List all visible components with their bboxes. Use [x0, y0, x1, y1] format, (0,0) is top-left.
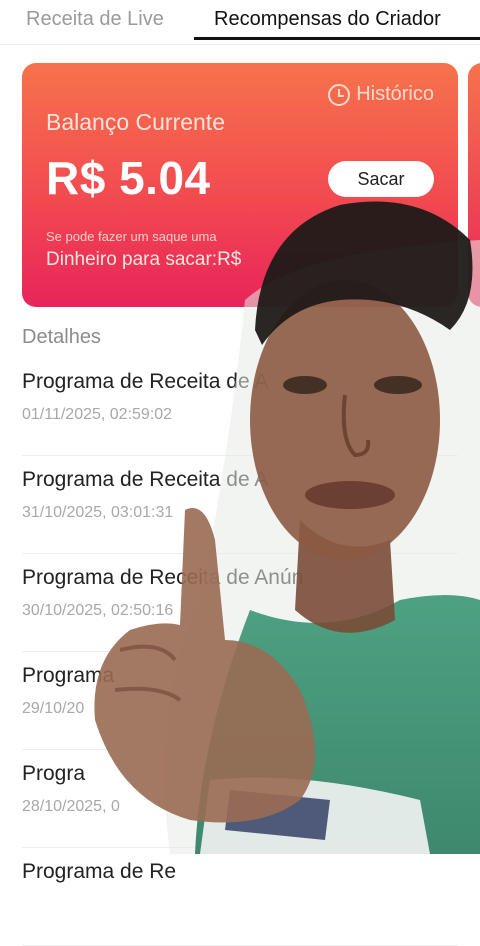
- item-title: Programa de Re: [22, 860, 177, 883]
- item-date: 28/10/2025, 0: [22, 798, 120, 815]
- details-title: Detalhes: [22, 326, 101, 348]
- tab-live-revenue[interactable]: Receita de Live: [26, 8, 164, 31]
- active-tab-indicator: [194, 37, 480, 40]
- item-title: Programa: [22, 664, 115, 687]
- balance-value: R$ 5.04: [46, 152, 211, 204]
- top-tabs: Receita de Live Recompensas do Criador: [0, 0, 480, 45]
- item-title: Progra: [22, 762, 86, 785]
- item-date: 31/10/2025, 03:01:31: [22, 504, 174, 521]
- list-item[interactable]: Programa de Receita de Anún 30/10/2025, …: [22, 554, 458, 652]
- withdraw-button[interactable]: Sacar: [328, 161, 434, 197]
- item-date: 01/11/2025, 02:59:02: [22, 406, 173, 423]
- history-label: Histórico: [356, 83, 434, 105]
- item-date: 30/10/2025, 02:50:16: [22, 602, 174, 619]
- details-list: Programa de Receita de A 01/11/2025, 02:…: [0, 358, 480, 946]
- list-item[interactable]: Programa de Receita de A 31/10/2025, 03:…: [22, 456, 458, 554]
- list-item[interactable]: Programa de Receita de A 01/11/2025, 02:…: [22, 358, 458, 456]
- item-title: Programa de Receita de A: [22, 468, 269, 491]
- balance-label: Balanço Currente: [46, 109, 225, 135]
- list-item[interactable]: Programa 29/10/20: [22, 652, 458, 750]
- available-amount: Dinheiro para sacar:R$: [46, 249, 242, 270]
- balance-card: Histórico Balanço Currente R$ 5.04 Sacar…: [22, 63, 458, 307]
- list-item[interactable]: Programa de Re: [22, 848, 458, 946]
- withdraw-note: Se pode fazer um saque uma: [46, 229, 217, 244]
- clock-icon: [328, 83, 351, 106]
- next-card-peek[interactable]: [468, 63, 480, 307]
- tab-creator-rewards[interactable]: Recompensas do Criador: [214, 8, 441, 31]
- item-title: Programa de Receita de A: [22, 370, 269, 393]
- item-date: 29/10/20: [22, 700, 85, 717]
- history-link[interactable]: Histórico: [328, 83, 434, 106]
- item-title: Programa de Receita de Anún: [22, 566, 304, 589]
- list-item[interactable]: Progra 28/10/2025, 0: [22, 750, 458, 848]
